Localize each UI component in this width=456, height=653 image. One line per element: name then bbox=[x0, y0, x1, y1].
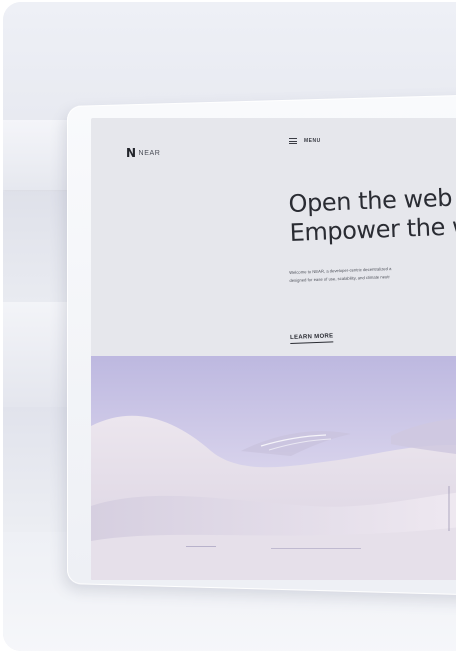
hero-subcopy: Welcome to NEAR, a developer-centric dec… bbox=[289, 261, 456, 285]
near-logo[interactable]: N NEAR bbox=[126, 146, 160, 160]
mockup-card: N NEAR MENU Open the web Empower the w W… bbox=[3, 2, 456, 651]
hero-headline: Open the web Empower the w bbox=[288, 183, 456, 248]
headline-line-2: Empower the w bbox=[289, 211, 456, 247]
menu-button[interactable]: MENU bbox=[289, 138, 321, 144]
menu-label: MENU bbox=[304, 138, 321, 144]
hamburger-icon bbox=[289, 138, 297, 144]
learn-more-link[interactable]: LEARN MORE bbox=[290, 333, 334, 344]
logo-mark: N bbox=[126, 146, 136, 160]
hero-dunes-image bbox=[91, 356, 456, 580]
logo-text: NEAR bbox=[138, 149, 161, 157]
website-screen: N NEAR MENU Open the web Empower the w W… bbox=[91, 118, 456, 580]
